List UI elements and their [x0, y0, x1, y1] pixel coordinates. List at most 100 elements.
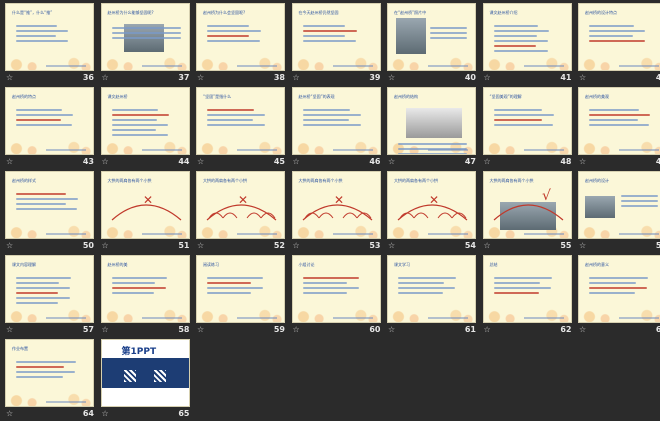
slide-title: “坚固”是指什么	[203, 94, 232, 99]
slide-transition-icon[interactable]: ☆	[579, 73, 586, 83]
svg-text:√: √	[542, 188, 551, 204]
slide-thumbnail[interactable]: 大拱的两肩各有两个小拱 ✕	[196, 171, 285, 239]
slide-thumbnail[interactable]: 赵州桥的美	[100, 255, 190, 323]
slide-transition-icon[interactable]: ☆	[102, 325, 109, 335]
slide-transition-icon[interactable]: ☆	[579, 325, 586, 335]
slide-thumbnail[interactable]: 大拱的两肩各有两个小拱 ✕	[100, 171, 190, 239]
slide-footer	[619, 233, 659, 235]
slide-thumbnail[interactable]: 赵州桥为什么会坚固呢?	[196, 3, 285, 71]
text-lines	[430, 24, 467, 42]
text-lines	[207, 274, 274, 297]
slide-transition-icon[interactable]: ☆	[388, 241, 395, 251]
slide-thumbnail[interactable]: 赵州桥的样式	[5, 171, 94, 239]
slide-transition-icon[interactable]: ☆	[579, 157, 586, 167]
slide-transition-icon[interactable]: ☆	[197, 325, 204, 335]
brand-banner	[101, 358, 189, 388]
slide-thumbnail[interactable]: 赵州桥的设计	[578, 171, 660, 239]
slide-transition-icon[interactable]: ☆	[484, 73, 491, 83]
slide-cell: 课文赵州桥介绍 ☆ 41	[481, 3, 576, 85]
slide-footer	[141, 233, 182, 235]
slide-transition-icon[interactable]: ☆	[293, 73, 300, 83]
slide-number: 51	[178, 241, 190, 250]
slide-title: 课文学习	[394, 262, 410, 267]
slide-cell: 第1PPT ☆ 65	[99, 339, 194, 421]
slide-number: 57	[82, 325, 94, 334]
slide-footer	[237, 317, 277, 319]
slide-transition-icon[interactable]: ☆	[6, 409, 13, 419]
svg-text:✕: ✕	[429, 193, 439, 207]
slide-thumbnail[interactable]: 作业布置	[5, 339, 94, 407]
slide-thumbnail[interactable]: 赵州桥“坚固”的表现	[291, 87, 381, 155]
text-lines	[16, 106, 83, 129]
slide-transition-icon[interactable]: ☆	[293, 241, 300, 251]
slide-thumbnail[interactable]: 总结	[482, 255, 572, 323]
slide-title: 赵州桥“坚固”的表现	[298, 94, 335, 99]
slide-transition-icon[interactable]: ☆	[484, 325, 491, 335]
slide-title: 阅读练习	[203, 262, 219, 267]
slide-thumbnail[interactable]: 小组讨论	[291, 255, 381, 323]
slide-transition-icon[interactable]: ☆	[293, 157, 300, 167]
slide-transition-icon[interactable]: ☆	[6, 241, 13, 251]
arch-diagram: ✕	[206, 193, 277, 221]
slide-title: 赵州桥为什么能够坚固呢?	[107, 10, 154, 15]
slide-cell: 课文赵州桥 ☆ 44	[99, 87, 194, 169]
slide-number: 48	[560, 157, 572, 166]
slide-thumbnail[interactable]: 什么是“推”，什么“推”	[5, 3, 94, 71]
slide-transition-icon[interactable]: ☆	[197, 73, 204, 83]
arch-diagram: √	[493, 188, 563, 221]
slide-thumbnail[interactable]: 阅读练习	[196, 255, 285, 323]
slide-thumbnail[interactable]: 赵州桥的美观	[578, 87, 660, 155]
slide-thumbnail[interactable]: “坚固美观”的理解	[482, 87, 572, 155]
slide-transition-icon[interactable]: ☆	[484, 157, 491, 167]
slide-transition-icon[interactable]: ☆	[197, 241, 204, 251]
slide-thumbnail[interactable]: 课文赵州桥介绍	[482, 3, 572, 71]
slide-thumbnail[interactable]: 赵州桥的特点	[5, 87, 94, 155]
slide-transition-icon[interactable]: ☆	[484, 241, 491, 251]
slide-transition-icon[interactable]: ☆	[6, 325, 13, 335]
slide-thumbnail[interactable]: 在今天赵州桥仍然坚固	[291, 3, 381, 71]
text-lines	[589, 22, 656, 45]
slide-title: 赵州桥的意义	[585, 262, 609, 267]
slide-number: 47	[464, 157, 476, 166]
slide-transition-icon[interactable]: ☆	[6, 73, 13, 83]
slide-number: 41	[560, 73, 572, 82]
slide-transition-icon[interactable]: ☆	[293, 325, 300, 335]
qr-code-icon	[153, 370, 166, 382]
slide-thumbnail[interactable]: 赵州桥的意义	[578, 255, 660, 323]
slide-transition-icon[interactable]: ☆	[388, 325, 395, 335]
slide-thumbnail[interactable]: 第1PPT	[100, 339, 190, 407]
slide-number: 40	[464, 73, 476, 82]
slide-thumbnail[interactable]: 大拱的两肩各有两个小拱 √	[482, 171, 572, 239]
slide-footer	[332, 65, 373, 67]
slide-transition-icon[interactable]: ☆	[388, 73, 395, 83]
text-lines	[493, 106, 561, 129]
text-lines	[398, 140, 467, 154]
svg-text:✕: ✕	[143, 193, 153, 207]
slide-thumbnail[interactable]: 课文内容理解	[5, 255, 94, 323]
slide-transition-icon[interactable]: ☆	[102, 73, 109, 83]
slide-transition-icon[interactable]: ☆	[102, 157, 109, 167]
slide-title: 赵州桥的结构	[394, 94, 418, 99]
slide-thumbnail[interactable]: 在“赵州桥”照片中	[387, 3, 476, 71]
slide-thumbnail[interactable]: 赵州桥的结构	[387, 87, 476, 155]
slide-number: 62	[560, 325, 572, 334]
slide-footer	[46, 149, 86, 151]
slide-footer	[619, 317, 659, 319]
slide-transition-icon[interactable]: ☆	[102, 409, 109, 419]
slide-title: 赵州桥的美	[107, 262, 128, 267]
slide-thumbnail[interactable]: 赵州桥的设计特点	[578, 3, 660, 71]
slide-transition-icon[interactable]: ☆	[579, 241, 586, 251]
slide-thumbnail[interactable]: 大拱的两肩各有两个小拱 ✕	[291, 171, 381, 239]
slide-cell: 作业布置 ☆ 64	[3, 339, 98, 421]
slide-thumbnail[interactable]: 课文学习	[387, 255, 476, 323]
slide-transition-icon[interactable]: ☆	[6, 157, 13, 167]
slide-transition-icon[interactable]: ☆	[388, 157, 395, 167]
slide-thumbnail[interactable]: “坚固”是指什么	[196, 87, 285, 155]
slide-transition-icon[interactable]: ☆	[102, 241, 109, 251]
slide-thumbnail[interactable]: 大拱的两肩各有两个小拱 ✕	[387, 171, 476, 239]
slide-number: 38	[273, 73, 285, 82]
slide-footer	[46, 401, 86, 403]
slide-transition-icon[interactable]: ☆	[197, 157, 204, 167]
slide-thumbnail[interactable]: 赵州桥为什么能够坚固呢?	[100, 3, 190, 71]
slide-thumbnail[interactable]: 课文赵州桥	[100, 87, 190, 155]
